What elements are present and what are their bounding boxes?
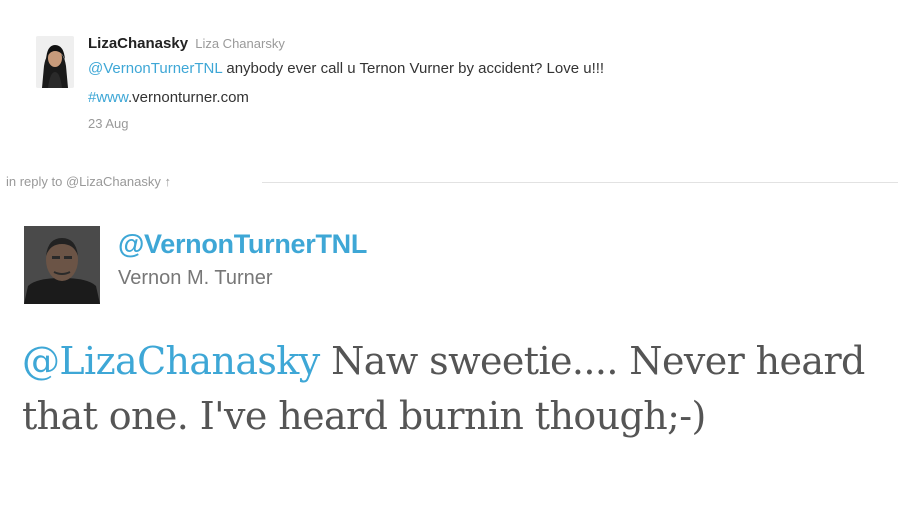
main-full-name: Vernon M. Turner <box>118 267 273 289</box>
in-reply-to-label: in reply to @LizaChanasky <box>6 174 161 189</box>
parent-full-name: Liza Chanarsky <box>195 36 285 51</box>
parent-text-part: anybody ever call u Ternon Vurner by acc… <box>222 60 605 77</box>
main-screen-name[interactable]: @VernonTurnerTNL <box>118 228 367 260</box>
parent-url-part: .vernonturner.com <box>128 89 249 106</box>
parent-tweet-text: @VernonTurnerTNL anybody ever call u Ter… <box>88 54 868 112</box>
parent-timestamp[interactable]: 23 Aug <box>88 116 868 131</box>
main-avatar[interactable] <box>24 226 100 304</box>
main-mention-link[interactable]: @LizaChanasky <box>22 339 320 383</box>
parent-mention-link[interactable]: @VernonTurnerTNL <box>88 60 222 77</box>
reply-context: in reply to @LizaChanasky ↑ <box>0 172 900 192</box>
in-reply-to-link[interactable]: in reply to @LizaChanasky ↑ <box>6 172 171 192</box>
user-photo-icon <box>24 226 100 304</box>
divider <box>262 182 898 183</box>
parent-avatar[interactable] <box>36 36 74 88</box>
main-tweet-text: @LizaChanasky Naw sweetie.... Never hear… <box>22 334 882 444</box>
user-photo-icon <box>36 36 74 88</box>
arrow-up-icon: ↑ <box>164 174 171 189</box>
parent-screen-name[interactable]: LizaChanasky <box>88 35 188 52</box>
parent-hashtag-link[interactable]: #www <box>88 89 128 106</box>
main-user-block: @VernonTurnerTNL Vernon M. Turner <box>118 228 367 290</box>
